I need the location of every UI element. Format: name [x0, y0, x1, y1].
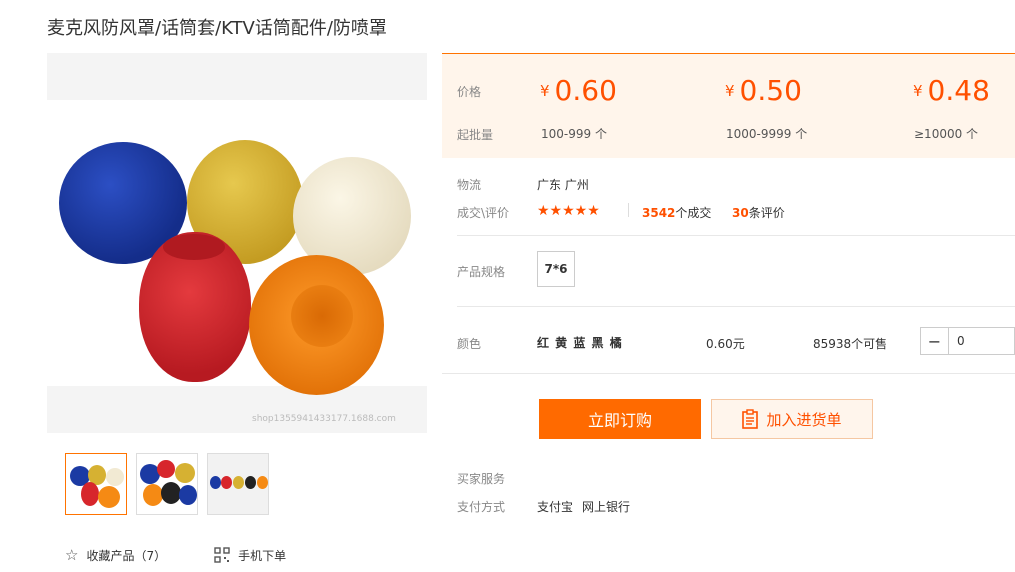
spec-label: 产品规格: [457, 265, 506, 279]
tier-range-2: 1000-9999 个: [726, 127, 808, 141]
add-to-cart-button[interactable]: 加入进货单: [711, 399, 873, 439]
orange-foam-cover: [249, 255, 384, 395]
decrease-button[interactable]: −: [921, 328, 949, 354]
divider: [457, 306, 1015, 307]
favorite-link[interactable]: ☆ 收藏产品（7）: [65, 546, 166, 564]
quantity-input[interactable]: [949, 328, 1009, 354]
quantity-stepper: −: [920, 327, 1015, 355]
divider: [628, 203, 629, 217]
payment-bank: 网上银行: [582, 500, 631, 514]
moq-label: 起批量: [457, 128, 494, 142]
clipboard-icon: [742, 409, 759, 429]
rating-stars: ★★★★★: [537, 203, 600, 219]
tier-price-1: ¥0.60: [540, 74, 617, 107]
star-outline-icon: ☆: [65, 546, 79, 564]
review-count[interactable]: 30条评价: [732, 204, 785, 221]
thumbnail-3[interactable]: [207, 453, 269, 515]
price-box: 价格 起批量 ¥0.60 ¥0.50 ¥0.48 100-999 个 1000-…: [442, 53, 1015, 158]
tier-range-3: ≥10000 个: [914, 127, 979, 141]
logistics-value: 广东 广州: [537, 178, 589, 192]
tier-price-3: ¥0.48: [913, 74, 990, 107]
qr-code-icon: [214, 547, 230, 563]
spec-option[interactable]: 7*6: [537, 251, 575, 287]
favorite-label: 收藏产品（7）: [86, 548, 167, 563]
logistics-label: 物流: [457, 178, 482, 192]
product-photo: shop1355941433177.1688.com: [47, 100, 427, 424]
price-label: 价格: [457, 85, 482, 99]
divider: [457, 235, 1015, 236]
product-title: 麦克风防风罩/话筒套/KTV话筒配件/防喷罩: [47, 18, 387, 39]
main-product-image[interactable]: shop1355941433177.1688.com: [47, 53, 427, 433]
payment-alipay: 支付宝: [537, 500, 574, 514]
thumbnail-strip: [65, 453, 269, 515]
tier-range-1: 100-999 个: [541, 127, 607, 141]
deal-count[interactable]: 3542个成交: [642, 204, 711, 221]
divider: [442, 373, 1015, 374]
color-price: 0.60元: [706, 337, 745, 351]
deals-label: 成交\评价: [457, 206, 510, 220]
thumbnail-2[interactable]: [136, 453, 198, 515]
tier-price-2: ¥0.50: [725, 74, 802, 107]
color-label: 颜色: [457, 337, 482, 351]
bottom-links: ☆ 收藏产品（7） 手机下单: [65, 546, 286, 564]
mobile-order-label: 手机下单: [238, 548, 287, 563]
thumbnail-1[interactable]: [65, 453, 127, 515]
stock-available: 85938个可售: [813, 337, 888, 351]
buy-now-button[interactable]: 立即订购: [539, 399, 701, 439]
color-value: 红 黄 蓝 黑 橘: [537, 336, 623, 350]
add-to-cart-label: 加入进货单: [766, 410, 842, 429]
buyer-services-label: 买家服务: [457, 472, 506, 486]
payment-label: 支付方式: [457, 500, 506, 514]
image-watermark: shop1355941433177.1688.com: [252, 414, 396, 424]
mobile-order-link[interactable]: 手机下单: [214, 546, 286, 564]
